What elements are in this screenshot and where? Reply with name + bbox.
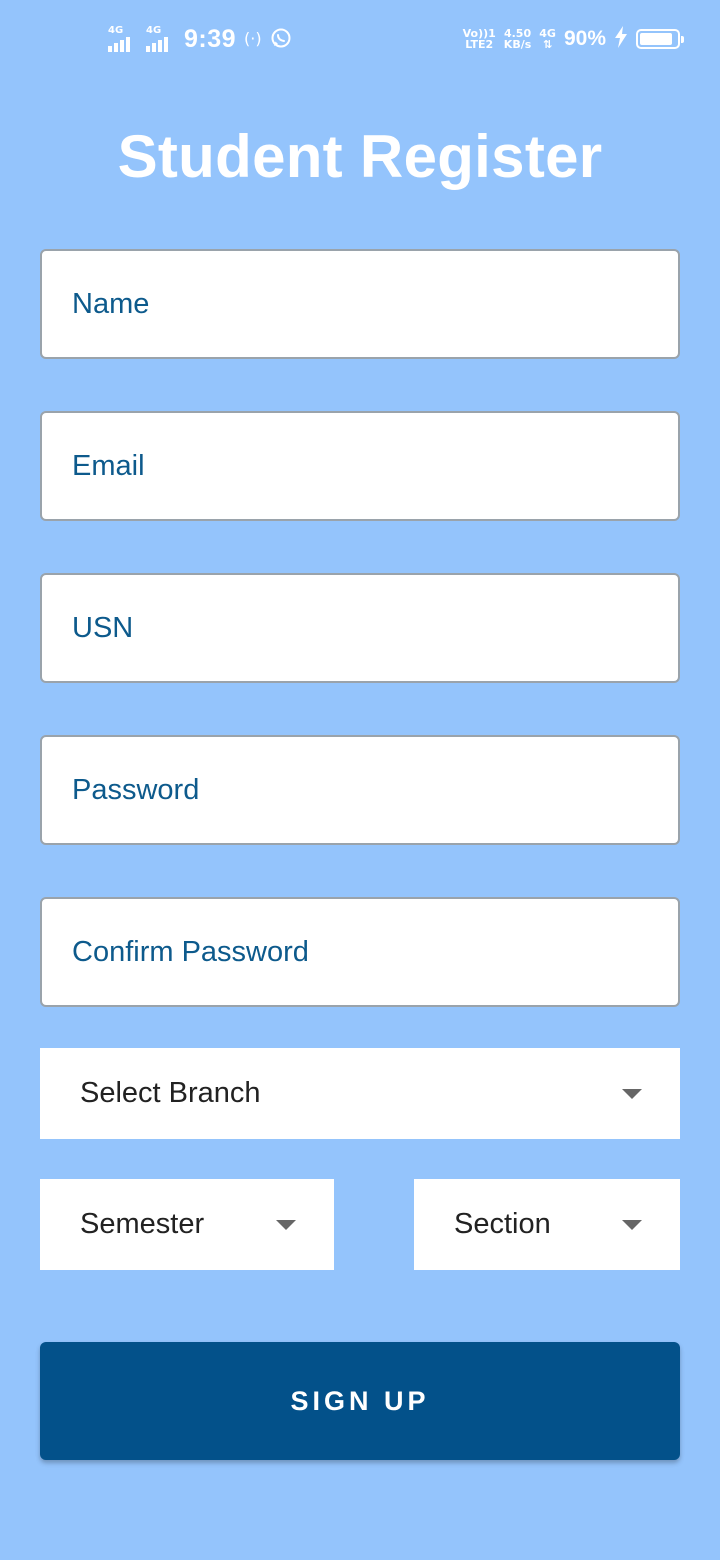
email-input[interactable] (42, 413, 678, 519)
lightning-icon (614, 25, 628, 53)
chevron-down-icon (622, 1088, 642, 1099)
status-bar-right: Vo))1 LTE2 4.50 KB/s 4G ⇅ 90% (463, 22, 684, 56)
usn-field-container (40, 573, 680, 683)
name-field-container (40, 249, 680, 359)
semester-dropdown[interactable]: Semester (40, 1179, 334, 1270)
status-bar: 4G 4G 9:39 (·) Vo))1 LTE2 4.50 KB/s 4G ⇅… (0, 0, 720, 76)
battery-icon (636, 29, 684, 49)
branch-dropdown[interactable]: Select Branch (40, 1048, 680, 1139)
sim1-network-label: 4G (108, 25, 124, 36)
register-screen: 4G 4G 9:39 (·) Vo))1 LTE2 4.50 KB/s 4G ⇅… (0, 0, 720, 1560)
section-dropdown-label: Section (454, 1208, 551, 1240)
chevron-down-icon (276, 1219, 296, 1230)
volte-indicator: Vo))1 LTE2 (463, 28, 496, 50)
battery-percent: 90% (563, 27, 606, 50)
status-bar-left: 4G 4G 9:39 (·) (108, 22, 292, 56)
usn-input[interactable] (42, 575, 678, 681)
status-time: 9:39 (184, 24, 237, 53)
password-field-container (40, 735, 680, 845)
volte-bottom-label: LTE2 (465, 38, 494, 51)
chevron-down-icon (622, 1219, 642, 1230)
semester-dropdown-label: Semester (80, 1208, 205, 1240)
email-field-container (40, 411, 680, 521)
confirm-password-input[interactable] (42, 899, 678, 1005)
data-network-indicator: 4G ⇅ (539, 28, 556, 50)
sign-up-button[interactable]: SIGN UP (40, 1342, 680, 1460)
confirm-password-field-container (40, 897, 680, 1007)
section-dropdown[interactable]: Section (414, 1179, 680, 1270)
branch-dropdown-label: Select Branch (80, 1077, 261, 1109)
name-input[interactable] (42, 251, 678, 357)
sim1-signal-icon: 4G (108, 26, 138, 52)
data-arrows-icon: ⇅ (543, 38, 553, 51)
hotspot-icon: (·) (244, 29, 262, 48)
page-title: Student Register (117, 123, 603, 190)
sim2-network-label: 4G (146, 25, 162, 36)
password-input[interactable] (42, 737, 678, 843)
network-speed: 4.50 KB/s (504, 28, 531, 50)
whatsapp-icon (270, 27, 292, 52)
speed-unit: KB/s (503, 38, 532, 51)
sim2-signal-icon: 4G (146, 26, 176, 52)
